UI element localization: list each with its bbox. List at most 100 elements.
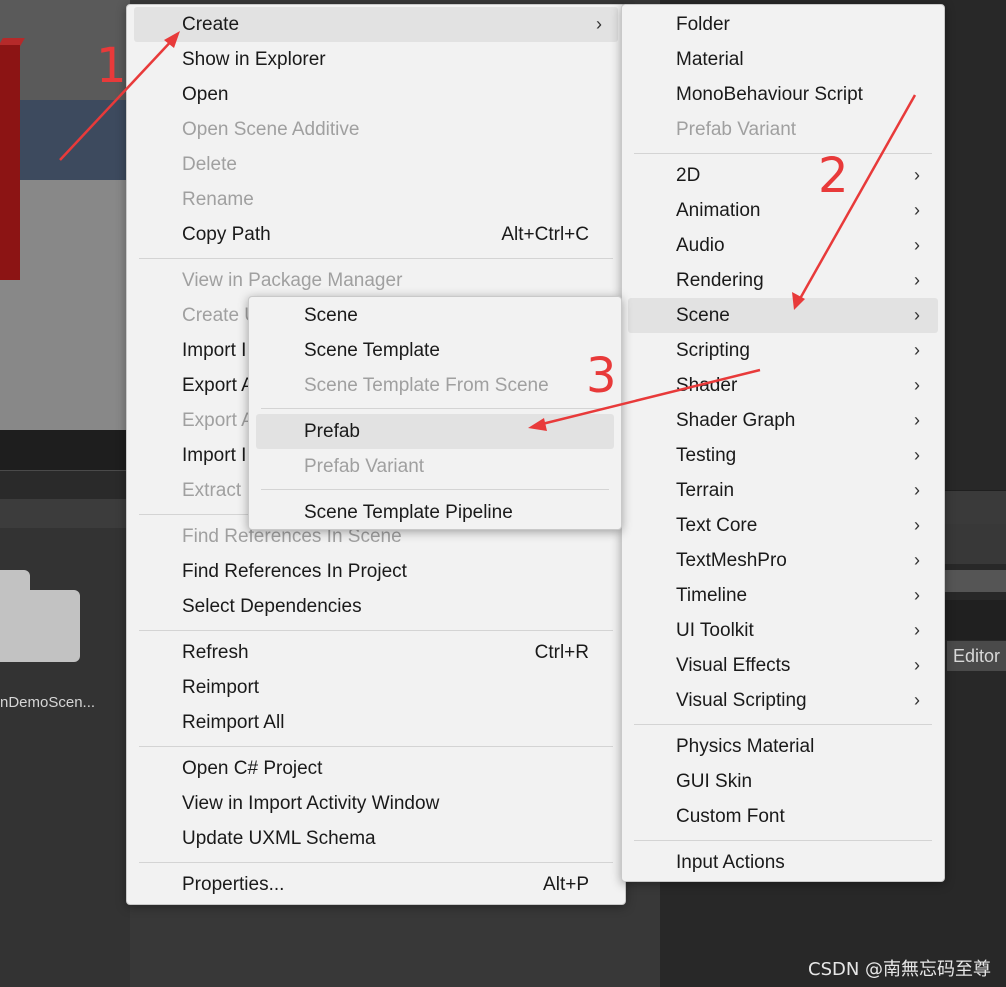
menu-item-view-in-import-activity-window[interactable]: View in Import Activity Window xyxy=(127,786,625,821)
menu-item-text-core[interactable]: Text Core › xyxy=(622,508,944,543)
inspector-field xyxy=(945,570,1006,592)
scene-toolbar xyxy=(0,430,130,470)
menu-item-reimport[interactable]: Reimport xyxy=(127,670,625,705)
menu-item-terrain[interactable]: Terrain › xyxy=(622,473,944,508)
menu-item-testing[interactable]: Testing › xyxy=(622,438,944,473)
menu-item-label: Timeline xyxy=(676,585,748,606)
menu-item-label: Audio xyxy=(676,235,725,256)
menu-item-prefab-variant: Prefab Variant xyxy=(622,112,944,147)
menu-item-ui-toolkit[interactable]: UI Toolkit › xyxy=(622,613,944,648)
menu-item-copy-path[interactable]: Copy Path Alt+Ctrl+C xyxy=(127,217,625,252)
chevron-right-icon: › xyxy=(914,340,920,360)
project-tab-bar xyxy=(0,470,130,499)
menu-item-label: Custom Font xyxy=(676,806,785,827)
chevron-right-icon: › xyxy=(914,165,920,185)
menu-item-label: Prefab Variant xyxy=(304,456,425,477)
menu-item-label: Import I xyxy=(182,445,247,466)
menu-item-scene[interactable]: Scene › xyxy=(628,298,938,333)
chevron-right-icon: › xyxy=(914,445,920,465)
menu-item-label: Prefab Variant xyxy=(676,119,797,140)
menu-item-label: Open Scene Additive xyxy=(182,119,360,140)
menu-item-monobehaviour-script[interactable]: MonoBehaviour Script xyxy=(622,77,944,112)
menu-item-label: View in Import Activity Window xyxy=(182,793,440,814)
menu-item-scene-template[interactable]: Scene Template xyxy=(249,333,621,368)
menu-item-physics-material[interactable]: Physics Material xyxy=(622,729,944,764)
menu-item-textmeshpro[interactable]: TextMeshPro › xyxy=(622,543,944,578)
chevron-right-icon: › xyxy=(596,14,602,34)
menu-item-rendering[interactable]: Rendering › xyxy=(622,263,944,298)
menu-item-open-csharp-project[interactable]: Open C# Project xyxy=(127,751,625,786)
menu-separator xyxy=(139,746,613,747)
menu-item-label: Open xyxy=(182,84,229,105)
menu-item-label: Testing xyxy=(676,445,737,466)
inspector-dark-row xyxy=(945,600,1006,640)
menu-item-material[interactable]: Material xyxy=(622,42,944,77)
scene-submenu: Scene Scene Template Scene Template From… xyxy=(248,296,622,530)
menu-item-label: Find References In Project xyxy=(182,561,407,582)
menu-item-label: Scripting xyxy=(676,340,750,361)
menu-item-2d[interactable]: 2D › xyxy=(622,158,944,193)
folder-icon[interactable] xyxy=(0,570,80,662)
menu-item-label: Update UXML Schema xyxy=(182,828,376,849)
menu-item-prefab[interactable]: Prefab xyxy=(256,414,614,449)
menu-item-label: UI Toolkit xyxy=(676,620,754,641)
asset-label[interactable]: nDemoScen... xyxy=(0,694,130,711)
inspector-header xyxy=(945,490,1006,525)
chevron-right-icon: › xyxy=(914,375,920,395)
menu-item-custom-font[interactable]: Custom Font xyxy=(622,799,944,834)
menu-item-label: Input Actions xyxy=(676,852,785,873)
chevron-right-icon: › xyxy=(914,410,920,430)
menu-item-label: Create xyxy=(182,14,240,35)
menu-separator xyxy=(139,258,613,259)
menu-item-find-references-in-project[interactable]: Find References In Project xyxy=(127,554,625,589)
menu-item-audio[interactable]: Audio › xyxy=(622,228,944,263)
menu-item-label: Folder xyxy=(676,14,730,35)
editor-button[interactable]: Editor xyxy=(947,641,1006,671)
chevron-right-icon: › xyxy=(914,655,920,675)
menu-item-scripting[interactable]: Scripting › xyxy=(622,333,944,368)
chevron-right-icon: › xyxy=(914,480,920,500)
menu-item-shader-graph[interactable]: Shader Graph › xyxy=(622,403,944,438)
menu-item-open[interactable]: Open xyxy=(127,77,625,112)
menu-separator xyxy=(139,862,613,863)
menu-item-view-in-package-manager: View in Package Manager xyxy=(127,263,625,298)
menu-item-delete: Delete xyxy=(127,147,625,182)
menu-separator xyxy=(261,408,609,409)
menu-item-input-actions[interactable]: Input Actions xyxy=(622,845,944,880)
menu-item-show-in-explorer[interactable]: Show in Explorer xyxy=(127,42,625,77)
menu-item-shortcut: Alt+Ctrl+C xyxy=(501,224,589,245)
menu-item-folder[interactable]: Folder xyxy=(622,7,944,42)
menu-item-scene-template-pipeline[interactable]: Scene Template Pipeline xyxy=(249,495,621,530)
menu-separator xyxy=(634,840,932,841)
menu-item-label: Visual Effects xyxy=(676,655,791,676)
menu-item-label: Export A xyxy=(182,410,254,431)
red-cube xyxy=(0,45,20,280)
chevron-right-icon: › xyxy=(914,515,920,535)
menu-item-select-dependencies[interactable]: Select Dependencies xyxy=(127,589,625,624)
menu-item-shader[interactable]: Shader › xyxy=(622,368,944,403)
menu-item-create[interactable]: Create › xyxy=(134,7,618,42)
menu-item-label: Delete xyxy=(182,154,237,175)
menu-item-animation[interactable]: Animation › xyxy=(622,193,944,228)
menu-item-properties[interactable]: Properties... Alt+P xyxy=(127,867,625,902)
menu-item-label: Select Dependencies xyxy=(182,596,362,617)
menu-item-label: Scene Template xyxy=(304,340,440,361)
menu-item-gui-skin[interactable]: GUI Skin xyxy=(622,764,944,799)
menu-item-update-uxml-schema[interactable]: Update UXML Schema xyxy=(127,821,625,856)
menu-item-label: Extract xyxy=(182,480,242,501)
menu-item-visual-effects[interactable]: Visual Effects › xyxy=(622,648,944,683)
menu-item-scene-new[interactable]: Scene xyxy=(249,298,621,333)
menu-item-shortcut: Ctrl+R xyxy=(534,642,589,663)
menu-item-visual-scripting[interactable]: Visual Scripting › xyxy=(622,683,944,718)
chevron-right-icon: › xyxy=(914,690,920,710)
menu-separator xyxy=(634,153,932,154)
menu-item-label: View in Package Manager xyxy=(182,270,403,291)
menu-item-reimport-all[interactable]: Reimport All xyxy=(127,705,625,740)
menu-item-label: 2D xyxy=(676,165,701,186)
menu-item-label: MonoBehaviour Script xyxy=(676,84,863,105)
menu-item-label: Shader xyxy=(676,375,738,396)
menu-item-timeline[interactable]: Timeline › xyxy=(622,578,944,613)
menu-item-label: Physics Material xyxy=(676,736,815,757)
menu-separator xyxy=(634,724,932,725)
menu-item-refresh[interactable]: Refresh Ctrl+R xyxy=(127,635,625,670)
